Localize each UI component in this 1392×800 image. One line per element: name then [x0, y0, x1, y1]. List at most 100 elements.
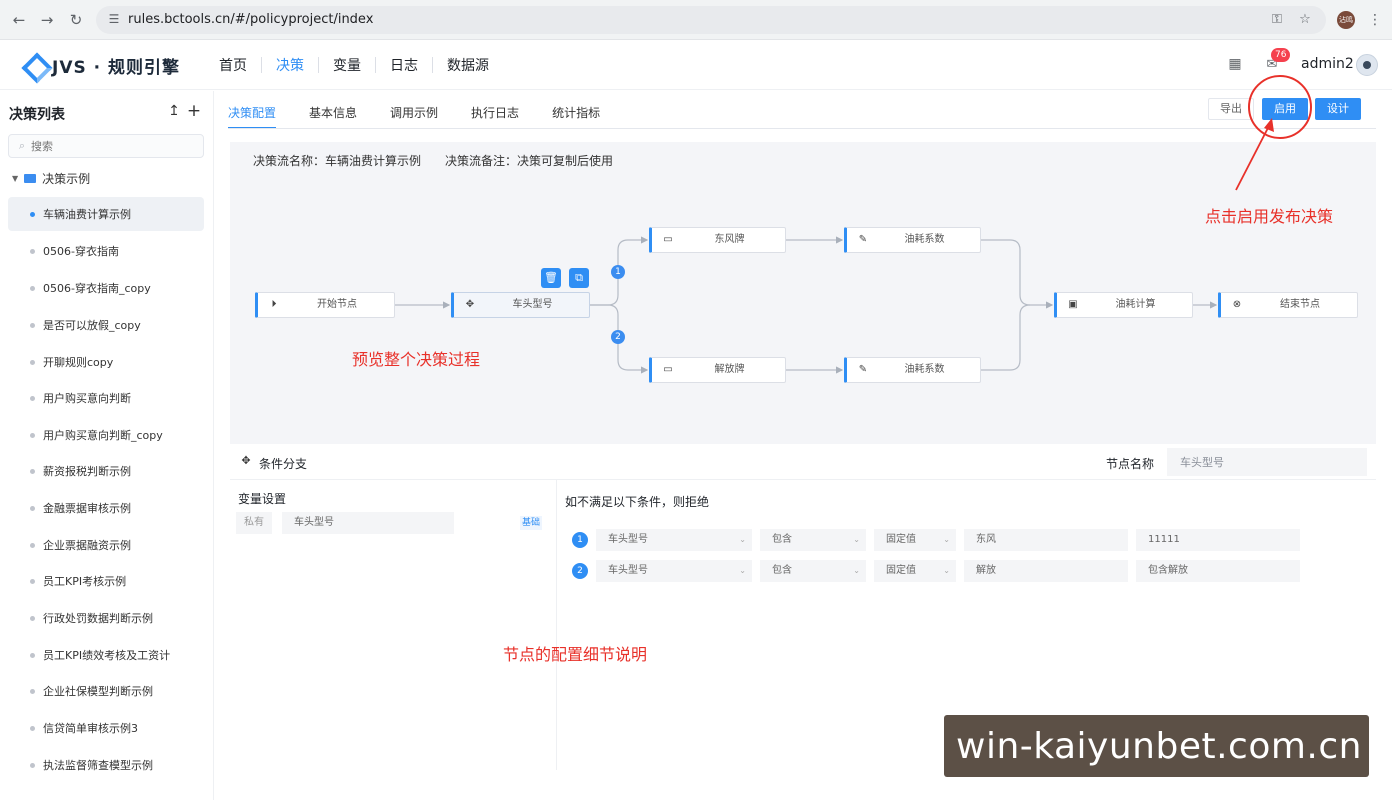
list-item[interactable]: 薪资报税判断示例 [8, 454, 204, 488]
dot-icon [30, 395, 35, 401]
rule-extra-input[interactable]: 11111 [1136, 529, 1300, 551]
list-item-label: 开聊规则copy [43, 356, 114, 369]
rule-mode-select[interactable]: 固定值 ⌄ [874, 529, 956, 551]
username[interactable]: admin2 [1301, 56, 1354, 72]
dot-icon [30, 652, 35, 658]
flow-node-oil-coef-2[interactable]: ✎ 油耗系数 [844, 357, 981, 383]
list-item[interactable]: 员工KPI绩效考核及工资计 [8, 638, 204, 672]
list-item[interactable]: 0506-穿衣指南_copy [8, 271, 204, 305]
list-item[interactable]: 信贷简单审核示例3 [8, 711, 204, 745]
caret-down-icon[interactable]: ▼ [12, 174, 18, 183]
flow-node-jiefang[interactable]: ▭ 解放牌 [649, 357, 786, 383]
list-item[interactable]: 用户购买意向判断_copy [8, 418, 204, 452]
node-label: 结束节点 [1280, 299, 1320, 310]
tab-execution-log[interactable]: 执行日志 [471, 92, 519, 128]
rule-number: 2 [572, 563, 588, 579]
rule-extra-input[interactable]: 包含解放 [1136, 560, 1300, 582]
list-item[interactable]: 0506-穿衣指南 [8, 234, 204, 268]
nav-home[interactable]: 首页 [205, 55, 261, 75]
list-item[interactable]: 员工KPI考核示例 [8, 564, 204, 598]
list-item-label: 员工KPI考核示例 [43, 575, 127, 588]
list-item-label: 信贷简单审核示例3 [43, 722, 138, 735]
rule-operator-select[interactable]: 包含 ⌄ [760, 560, 866, 582]
nav-variables[interactable]: 变量 [319, 55, 375, 75]
flow-node-oil-calc[interactable]: ▣ 油耗计算 [1054, 292, 1193, 318]
rule-mode-value: 固定值 [886, 565, 916, 576]
tab-call-example[interactable]: 调用示例 [390, 92, 438, 128]
edit-icon: ✎ [858, 234, 868, 245]
node-label: 油耗系数 [904, 234, 945, 245]
sidebar-search[interactable]: ⌕ [8, 134, 204, 158]
rule-mode-select[interactable]: 固定值 ⌄ [874, 560, 956, 582]
app-logo[interactable]: JVS · 规则引擎 [22, 52, 180, 78]
flow-node-head-model[interactable]: ✥ 车头型号 [451, 292, 590, 318]
tree-folder-decision-examples[interactable]: ▼ 决策示例 [12, 169, 90, 187]
list-item[interactable]: 执法监督筛查模型示例 [8, 748, 204, 782]
node-config-header: ✥ 条件分支 节点名称 [230, 444, 1376, 480]
move-icon: ✥ [465, 299, 475, 310]
variable-name-field[interactable]: 车头型号 [282, 512, 454, 534]
delete-icon[interactable]: 🗑 [541, 268, 561, 288]
reload-icon[interactable]: ↻ [66, 10, 86, 30]
rule-field-select[interactable]: 车头型号 ⌄ [596, 560, 752, 582]
tab-basic-info[interactable]: 基本信息 [309, 92, 357, 128]
variable-settings-panel: 变量设置 私有 车头型号 基础 [230, 480, 557, 770]
browser-profile-avatar[interactable]: 沾鸣 [1337, 11, 1355, 29]
dot-icon [30, 542, 35, 548]
tab-statistics[interactable]: 统计指标 [552, 92, 600, 128]
flow-node-dongfeng[interactable]: ▭ 东风牌 [649, 227, 786, 253]
rule-operator-select[interactable]: 包含 ⌄ [760, 529, 866, 551]
add-icon[interactable]: + [186, 103, 202, 120]
dot-icon [30, 248, 35, 254]
chevron-down-icon: ⌄ [739, 566, 746, 575]
star-icon[interactable]: ☆ [1297, 12, 1313, 28]
list-item[interactable]: 企业票据融资示例 [8, 528, 204, 562]
dot-icon [30, 211, 35, 217]
design-button[interactable]: 设计 [1315, 98, 1361, 120]
upload-icon[interactable]: ↥ [166, 103, 182, 119]
flow-node-end[interactable]: ⊗ 结束节点 [1218, 292, 1358, 318]
chevron-down-icon: ⌄ [853, 566, 860, 575]
rule-operator-value: 包含 [772, 565, 792, 576]
address-bar[interactable]: ☰ rules.bctools.cn/#/policyproject/index… [96, 6, 1326, 34]
tab-decision-config[interactable]: 决策配置 [228, 92, 277, 129]
annotation-publish: 点击启用发布决策 [1205, 207, 1334, 226]
rule-value-input[interactable]: 东风 [964, 529, 1128, 551]
list-item[interactable]: 用户购买意向判断 [8, 381, 204, 415]
flow-canvas[interactable]: 决策流名称：车辆油费计算示例 决策流备注：决策可复制后使用 ⏵ 开始节点 ✥ 车… [230, 142, 1376, 444]
flow-node-start[interactable]: ⏵ 开始节点 [255, 292, 395, 318]
rule-field-select[interactable]: 车头型号 ⌄ [596, 529, 752, 551]
list-item-label: 企业票据融资示例 [43, 539, 131, 552]
forward-arrow-icon[interactable]: → [37, 10, 57, 30]
dot-icon [30, 688, 35, 694]
nav-logs[interactable]: 日志 [376, 55, 432, 75]
list-item[interactable]: 企业社保模型判断示例 [8, 674, 204, 708]
nav-decision[interactable]: 决策 [262, 55, 318, 75]
browser-toolbar: ← → ↻ ☰ rules.bctools.cn/#/policyproject… [0, 0, 1392, 40]
key-icon[interactable]: ⚿ [1269, 12, 1285, 28]
flow-node-oil-coef-1[interactable]: ✎ 油耗系数 [844, 227, 981, 253]
watermark-text: win-kaiyunbet.com.cn [956, 726, 1362, 767]
more-menu-icon[interactable]: ⋮ [1368, 10, 1382, 30]
list-item[interactable]: 开聊规则copy [8, 345, 204, 379]
node-name-input[interactable] [1167, 448, 1367, 476]
apps-grid-icon[interactable]: ▦ [1227, 56, 1243, 72]
back-arrow-icon[interactable]: ← [9, 10, 29, 30]
nav-datasource[interactable]: 数据源 [433, 55, 503, 75]
list-item[interactable]: 行政处罚数据判断示例 [8, 601, 204, 635]
user-avatar[interactable] [1356, 54, 1378, 76]
site-settings-icon[interactable]: ☰ [106, 11, 122, 27]
list-item[interactable]: 车辆油费计算示例 [8, 197, 204, 231]
list-item[interactable]: 金融票据审核示例 [8, 491, 204, 525]
node-label: 解放牌 [714, 364, 745, 375]
copy-icon[interactable]: ⧉ [569, 268, 589, 288]
rule-value-input[interactable]: 解放 [964, 560, 1128, 582]
list-item-label: 员工KPI绩效考核及工资计 [43, 649, 171, 662]
list-item-label: 是否可以放假_copy [43, 319, 141, 332]
folder-icon [24, 173, 37, 183]
card-icon: ▭ [663, 234, 673, 245]
sidebar-search-input[interactable] [31, 138, 191, 154]
watermark-banner: win-kaiyunbet.com.cn [944, 715, 1369, 777]
list-item[interactable]: 是否可以放假_copy [8, 308, 204, 342]
dot-icon [30, 762, 35, 768]
